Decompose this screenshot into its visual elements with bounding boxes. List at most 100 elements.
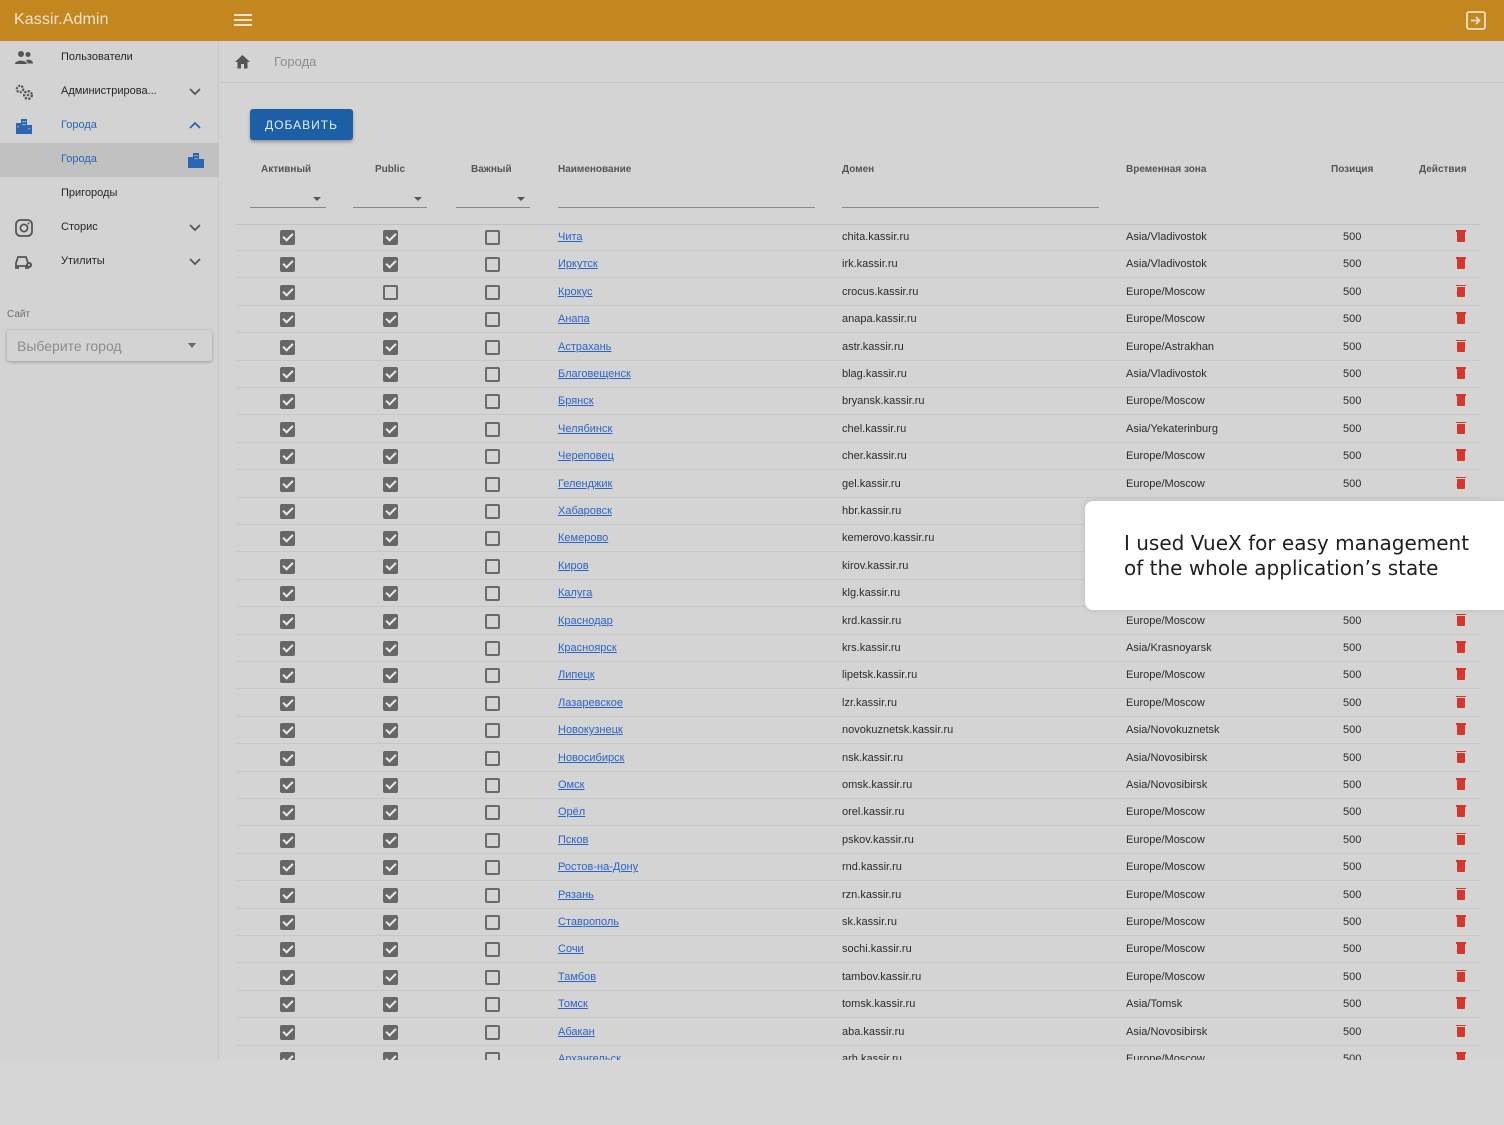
important-checkbox[interactable] [485,887,500,903]
important-checkbox[interactable] [485,641,500,656]
active-checkbox[interactable] [280,504,295,519]
sidebar-item-suburbs[interactable]: Пригороды [0,177,219,211]
active-checkbox[interactable] [280,284,295,300]
city-name-link[interactable]: Новокузнецк [558,724,623,736]
delete-icon[interactable] [1456,778,1466,790]
active-checkbox[interactable] [280,805,295,821]
city-name-link[interactable]: Сочи [558,943,584,955]
public-checkbox[interactable] [383,915,398,930]
important-checkbox[interactable] [485,449,500,465]
public-checkbox[interactable] [383,695,398,711]
column-header-domain[interactable]: Домен [842,164,874,175]
delete-icon[interactable] [1456,257,1466,270]
active-checkbox[interactable] [280,969,295,985]
city-name-link[interactable]: Благовещенск [558,368,631,380]
column-header-important[interactable]: Важный [471,164,512,175]
public-checkbox[interactable] [383,504,398,519]
important-checkbox[interactable] [485,723,500,739]
public-checkbox[interactable] [383,449,398,465]
public-checkbox[interactable] [383,558,398,574]
city-select[interactable]: Выберите город [7,330,212,361]
city-name-link[interactable]: Чита [558,231,583,243]
delete-icon[interactable] [1456,915,1466,927]
domain-filter-input[interactable] [842,207,1099,208]
column-header-name[interactable]: Наименование [558,164,631,175]
delete-icon[interactable] [1456,668,1466,681]
public-checkbox[interactable] [383,969,398,985]
delete-icon[interactable] [1456,641,1466,653]
active-checkbox[interactable] [280,997,295,1013]
important-checkbox[interactable] [485,778,500,793]
important-checkbox[interactable] [485,997,500,1013]
delete-icon[interactable] [1456,339,1466,352]
city-name-link[interactable]: Ростов-на-Дону [558,861,638,873]
public-checkbox[interactable] [383,668,398,684]
delete-icon[interactable] [1456,942,1466,955]
important-checkbox[interactable] [485,586,500,602]
important-checkbox[interactable] [485,504,500,519]
active-checkbox[interactable] [280,230,295,245]
active-checkbox[interactable] [280,860,295,876]
column-header-public[interactable]: Public [375,164,405,175]
public-checkbox[interactable] [383,257,398,273]
city-name-link[interactable]: Красноярск [558,642,617,654]
public-checkbox[interactable] [383,1052,398,1060]
delete-icon[interactable] [1456,230,1466,242]
public-checkbox[interactable] [383,421,398,437]
public-checkbox[interactable] [383,750,398,766]
active-checkbox[interactable] [280,887,295,903]
public-checkbox[interactable] [383,531,398,547]
menu-icon[interactable] [234,14,252,27]
active-checkbox[interactable] [280,613,295,629]
important-checkbox[interactable] [485,339,500,355]
important-filter-select[interactable] [456,191,530,208]
important-checkbox[interactable] [485,367,500,382]
important-checkbox[interactable] [485,312,500,328]
delete-icon[interactable] [1456,887,1466,900]
delete-icon[interactable] [1456,367,1466,379]
city-name-link[interactable]: Геленджик [558,478,612,490]
sidebar-item-utilities[interactable]: Утилиты [0,245,219,279]
sidebar-item-stories[interactable]: Сторис [0,211,219,245]
important-checkbox[interactable] [485,394,500,410]
city-name-link[interactable]: Томск [558,998,588,1010]
important-checkbox[interactable] [485,421,500,437]
city-name-link[interactable]: Орёл [558,806,585,818]
city-name-link[interactable]: Крокус [558,286,592,298]
important-checkbox[interactable] [485,1024,500,1040]
active-checkbox[interactable] [280,339,295,355]
city-name-link[interactable]: Кемерово [558,532,608,544]
public-checkbox[interactable] [383,613,398,629]
delete-icon[interactable] [1456,312,1466,325]
active-checkbox[interactable] [280,723,295,739]
active-checkbox[interactable] [280,1024,295,1040]
important-checkbox[interactable] [485,969,500,985]
active-checkbox[interactable] [280,750,295,766]
sidebar-item-administration[interactable]: Администрирова... [0,75,219,109]
delete-icon[interactable] [1456,750,1466,763]
active-checkbox[interactable] [280,312,295,328]
public-checkbox[interactable] [383,339,398,355]
important-checkbox[interactable] [485,613,500,629]
city-name-link[interactable]: Череповец [558,450,614,462]
important-checkbox[interactable] [485,832,500,848]
public-checkbox[interactable] [383,394,398,410]
important-checkbox[interactable] [485,230,500,245]
city-name-link[interactable]: Тамбов [558,971,596,983]
important-checkbox[interactable] [485,531,500,547]
active-checkbox[interactable] [280,668,295,684]
delete-icon[interactable] [1456,805,1466,818]
active-checkbox[interactable] [280,558,295,574]
public-checkbox[interactable] [383,367,398,382]
delete-icon[interactable] [1456,613,1466,626]
delete-icon[interactable] [1456,449,1466,462]
active-checkbox[interactable] [280,586,295,602]
delete-icon[interactable] [1456,997,1466,1010]
public-checkbox[interactable] [383,1024,398,1040]
city-name-link[interactable]: Липецк [558,669,595,681]
active-checkbox[interactable] [280,778,295,793]
public-checkbox[interactable] [383,230,398,245]
active-checkbox[interactable] [280,915,295,930]
city-name-link[interactable]: Омск [558,779,584,791]
important-checkbox[interactable] [485,284,500,300]
